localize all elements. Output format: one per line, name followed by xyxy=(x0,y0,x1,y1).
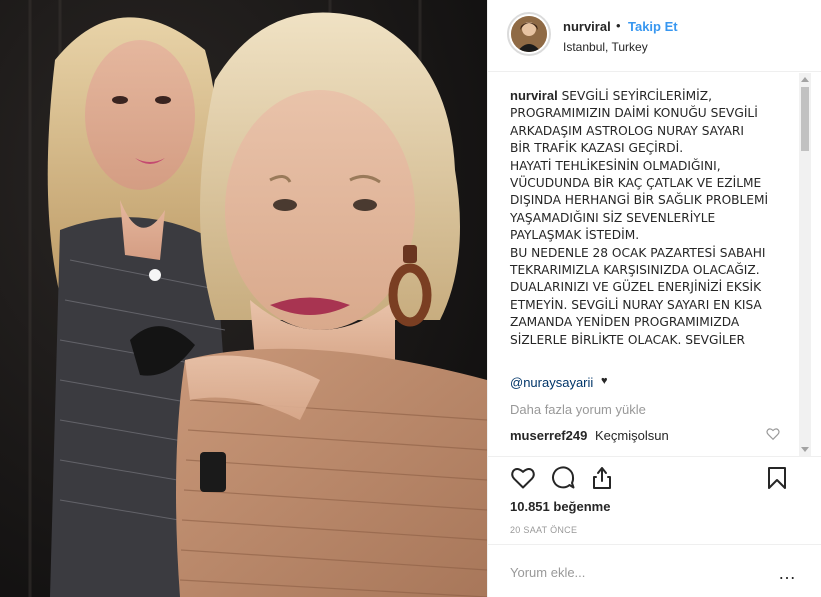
follow-button[interactable]: Takip Et xyxy=(628,19,678,34)
caption-line: ARKADAŞIM ASTROLOG NURAY SAYARI xyxy=(510,123,744,138)
caption-username[interactable]: nurviral xyxy=(510,88,558,103)
more-options-icon[interactable]: … xyxy=(777,563,797,583)
scrollbar-thumb[interactable] xyxy=(801,87,809,151)
caption-line: ZAMANDA YENİDEN PROGRAMIMIZDA xyxy=(510,315,740,330)
caption-line: DIŞINDA HERHANGİ BİR SAĞLIK PROBLEMİ xyxy=(510,193,769,208)
post-caption: nurviral SEVGİLİ SEYİRCİLERİMİZ, PROGRAM… xyxy=(510,87,780,349)
caption-line: BİR TRAFİK KAZASI GEÇİRDİ. xyxy=(510,141,684,156)
caption-line: TEKRARIMIZLA KARŞISINIZDA OLACAĞIZ. xyxy=(510,263,760,278)
mention-link[interactable]: @nuraysayarii xyxy=(510,375,593,390)
caption-line: DUALARINIZI VE GÜZEL ENERJİNİZİ EKSİK xyxy=(510,280,762,295)
avatar-image xyxy=(511,16,547,52)
caption-line: PROGRAMIMIZIN DAİMİ KONUĞU SEVGİLİ xyxy=(510,106,758,121)
post-actions: 10.851 beğenme 20 SAAT ÖNCE Yorum ekle..… xyxy=(488,456,821,586)
scroll-down-icon[interactable] xyxy=(801,447,809,452)
separator-dot: • xyxy=(616,18,621,33)
post-username[interactable]: nurviral xyxy=(563,19,611,34)
caption-line: VÜCUDUNDA BİR KAÇ ÇATLAK VE EZİLME xyxy=(510,176,762,191)
post-timestamp[interactable]: 20 SAAT ÖNCE xyxy=(510,525,577,535)
comment-icon[interactable] xyxy=(550,465,576,491)
load-more-comments-button[interactable]: Daha fazla yorum yükle xyxy=(510,402,646,417)
caption-line: BU NEDENLE 28 OCAK PAZARTESİ SABAHI xyxy=(510,245,766,260)
caption-line: ETMEYİN. SEVGİLİ NURAY SAYARI EN KISA xyxy=(510,297,762,312)
add-comment-bar: Yorum ekle... … xyxy=(488,544,821,597)
heart-outline-icon[interactable] xyxy=(766,427,780,441)
post-header: nurviral • Takip Et Istanbul, Turkey xyxy=(488,0,821,72)
comment-input[interactable]: Yorum ekle... xyxy=(510,565,585,580)
comments-section[interactable]: nurviral SEVGİLİ SEYİRCİLERİMİZ, PROGRAM… xyxy=(488,73,821,456)
post-sidebar: nurviral • Takip Et Istanbul, Turkey nur… xyxy=(487,0,821,597)
post-modal: nurviral • Takip Et Istanbul, Turkey nur… xyxy=(0,0,821,597)
caption-line: HAYATİ TEHLİKESİNİN OLMADIĞINI, xyxy=(510,158,721,173)
comment-username[interactable]: muserref249 xyxy=(510,428,587,443)
caption-line: YAŞAMADIĞINI SİZ SEVENLERİYLE xyxy=(510,210,716,225)
scroll-up-icon[interactable] xyxy=(801,77,809,82)
caption-line: PAYLAŞMAK İSTEDİM. xyxy=(510,228,640,243)
caption-line: SİZLERLE BİRLİKTE OLACAK. SEVGİLER xyxy=(510,332,746,347)
comment-text: Keçmişolsun xyxy=(595,428,669,443)
bookmark-icon[interactable] xyxy=(764,465,790,491)
heart-icon[interactable] xyxy=(510,465,536,491)
heart-emoji: ♥ xyxy=(601,375,608,387)
like-count[interactable]: 10.851 beğenme xyxy=(510,499,610,514)
post-image[interactable] xyxy=(0,0,487,597)
post-location[interactable]: Istanbul, Turkey xyxy=(563,40,648,54)
avatar[interactable] xyxy=(507,12,551,56)
share-icon[interactable] xyxy=(589,465,615,491)
comments-scrollbar[interactable] xyxy=(799,73,811,456)
caption-line: SEVGİLİ SEYİRCİLERİMİZ, xyxy=(561,89,712,103)
selfie-photo xyxy=(0,0,487,597)
